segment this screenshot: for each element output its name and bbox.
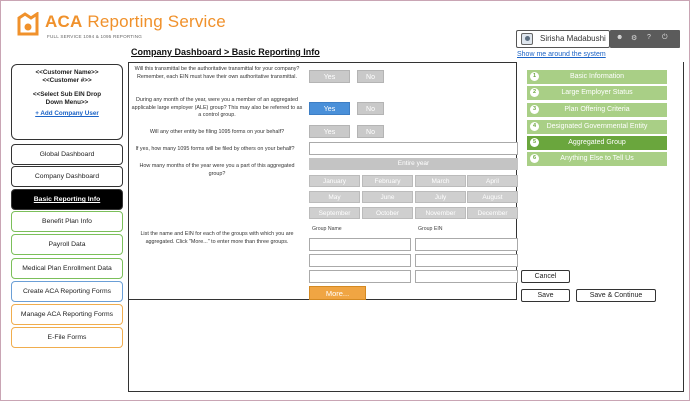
help-icon[interactable]: ? — [647, 34, 651, 41]
user-name: Sirisha Madabushi — [540, 34, 606, 43]
nav-medical-plan-enrollment[interactable]: Medical Plan Enrollment Data — [11, 258, 123, 279]
step-number: 3 — [530, 105, 539, 114]
more-groups-button[interactable]: More... — [309, 286, 366, 300]
month-may[interactable]: May — [309, 191, 360, 203]
month-july[interactable]: July — [415, 191, 466, 203]
step-anything-else[interactable]: 6 Anything Else to Tell Us — [527, 152, 667, 166]
ale-group-yes-button[interactable]: Yes — [309, 102, 350, 115]
other-entity-no-button[interactable]: No — [357, 125, 384, 138]
month-january[interactable]: January — [309, 175, 360, 187]
step-large-employer-status[interactable]: 2 Large Employer Status — [527, 86, 667, 100]
customer-panel: <<Customer Name>> <<Customer #>> <<Selec… — [11, 64, 123, 140]
step-number: 6 — [530, 154, 539, 163]
other-entity-yes-button[interactable]: Yes — [309, 125, 350, 138]
customer-number: <<Customer #>> — [42, 77, 92, 84]
ale-group-no-button[interactable]: No — [357, 102, 384, 115]
authoritative-no-button[interactable]: No — [357, 70, 384, 83]
nav-manage-forms[interactable]: Manage ACA Reporting Forms — [11, 304, 123, 325]
add-company-user-link[interactable]: + Add Company User — [12, 110, 122, 118]
brand-logo[interactable]: ACA Reporting Service FULL SERVICE 1094 … — [15, 12, 226, 46]
step-number: 2 — [530, 88, 539, 97]
nav-payroll-data[interactable]: Payroll Data — [11, 234, 123, 255]
header-toolbar: ☻ ⚙ ? ⏻ — [610, 30, 680, 48]
save-button[interactable]: Save — [521, 289, 570, 302]
step-number: 5 — [530, 138, 539, 147]
avatar — [521, 33, 533, 45]
step-number: 4 — [530, 122, 539, 131]
group-ein-header: Group EIN — [418, 226, 443, 232]
entire-year-button[interactable]: Entire year — [309, 158, 518, 170]
month-october[interactable]: October — [362, 207, 413, 219]
cancel-button[interactable]: Cancel — [521, 270, 570, 283]
question-aggregated-groups: List the name and EIN for each of the gr… — [140, 231, 294, 245]
nav-create-forms[interactable]: Create ACA Reporting Forms — [11, 281, 123, 302]
month-december[interactable]: December — [467, 207, 518, 219]
nav-global-dashboard[interactable]: Global Dashboard — [11, 144, 123, 165]
group-name-input[interactable] — [309, 270, 411, 283]
breadcrumb: Company Dashboard > Basic Reporting Info — [131, 47, 320, 57]
group-name-header: Group Name — [312, 226, 342, 232]
group-name-input[interactable] — [309, 238, 411, 251]
group-name-input[interactable] — [309, 254, 411, 267]
save-continue-button[interactable]: Save & Continue — [576, 289, 656, 302]
month-september[interactable]: September — [309, 207, 360, 219]
brand-title: ACA Reporting Service — [45, 12, 226, 31]
month-june[interactable]: June — [362, 191, 413, 203]
question-forms-count: If yes, how many 1095 forms will be file… — [135, 146, 295, 152]
step-number: 1 — [530, 72, 539, 81]
forms-count-input[interactable] — [309, 142, 518, 155]
month-august[interactable]: August — [467, 191, 518, 203]
question-months: How many months of the year were you a p… — [139, 163, 295, 177]
nav-efile-forms[interactable]: E-File Forms — [11, 327, 123, 348]
step-plan-offering-criteria[interactable]: 3 Plan Offering Criteria — [527, 103, 667, 117]
nav-basic-reporting-info[interactable]: Basic Reporting Info — [11, 189, 123, 210]
group-ein-input[interactable] — [415, 270, 518, 283]
group-ein-input[interactable] — [415, 254, 518, 267]
question-authoritative: Will this transmittal be the authoritati… — [134, 66, 300, 80]
sub-ein-select-line2[interactable]: Down Menu>> — [12, 99, 122, 107]
brand-tagline: FULL SERVICE 1094 & 1095 REPORTING — [47, 34, 143, 39]
gear-icon[interactable]: ⚙ — [631, 34, 637, 42]
power-icon[interactable]: ⏻ — [662, 34, 668, 42]
logo-mark-icon — [17, 12, 39, 36]
month-march[interactable]: March — [415, 175, 466, 187]
month-february[interactable]: February — [362, 175, 413, 187]
authoritative-yes-button[interactable]: Yes — [309, 70, 350, 83]
step-basic-information[interactable]: 1 Basic Information — [527, 70, 667, 84]
user-icon[interactable]: ☻ — [616, 34, 623, 41]
step-designated-governmental-entity[interactable]: 4 Designated Governmental Entity — [527, 120, 667, 134]
question-ale-group: During any month of the year, were you a… — [131, 97, 303, 118]
group-ein-input[interactable] — [415, 238, 518, 251]
nav-company-dashboard[interactable]: Company Dashboard — [11, 166, 123, 187]
user-menu[interactable]: Sirisha Madabushi — [516, 30, 610, 48]
step-aggregated-group[interactable]: 5 Aggregated Group — [527, 136, 667, 150]
question-other-entity: Will any other entity be filing 1095 for… — [149, 129, 285, 135]
nav-benefit-plan-info[interactable]: Benefit Plan Info — [11, 211, 123, 232]
show-me-around-link[interactable]: Show me around the system — [517, 51, 606, 58]
month-april[interactable]: April — [467, 175, 518, 187]
sub-ein-select[interactable]: <<Select Sub EIN Drop — [12, 91, 122, 99]
customer-name: <<Customer Name>> — [35, 69, 99, 76]
month-november[interactable]: November — [415, 207, 466, 219]
